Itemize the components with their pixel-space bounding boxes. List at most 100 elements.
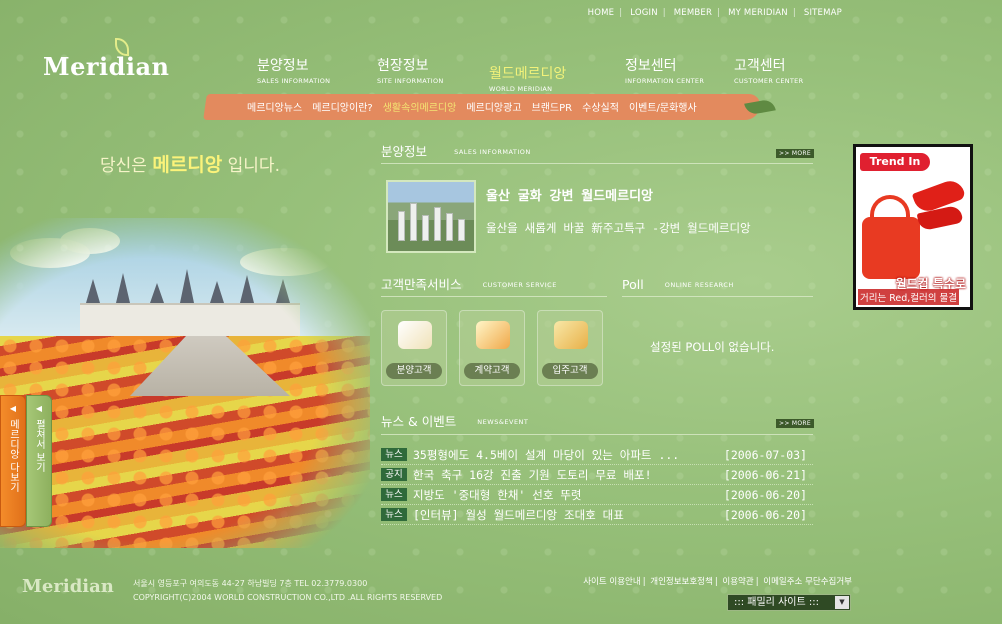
letter-icon: [554, 321, 588, 349]
sales-thumbnail[interactable]: [386, 180, 476, 253]
section-subtitle: NEWS&EVENT: [477, 417, 529, 426]
sub-menu-item[interactable]: 메르디앙광고: [466, 99, 531, 114]
section-title: 고객만족서비스: [381, 277, 462, 292]
sub-menu-item[interactable]: 브랜드PR: [532, 99, 583, 114]
nav-sublabel: SITE INFORMATION: [377, 77, 444, 85]
customer-service-heading: 고객만족서비스 CUSTOMER SERVICE: [381, 274, 557, 293]
nav-information-center[interactable]: 정보센터 INFORMATION CENTER: [625, 55, 704, 85]
nav-sublabel: CUSTOMER CENTER: [734, 77, 804, 85]
side-tab-label: 펼쳐서 보기: [33, 419, 45, 473]
section-subtitle: SALES INFORMATION: [454, 147, 531, 156]
footer-link-site-guide[interactable]: 사이트 이용안내: [583, 577, 640, 587]
news-date: [2006-06-20]: [723, 507, 807, 522]
news-badge: 공지: [381, 468, 407, 481]
divider: [381, 163, 813, 164]
logo-text: Meridian: [43, 52, 170, 81]
poll-empty-message: 설정된 POLL이 없습니다.: [650, 340, 775, 354]
page: HOME | LOGIN | MEMBER | MY MERIDIAN | SITEMA…: [0, 0, 1002, 624]
resident-customer-button[interactable]: 입주고객: [537, 310, 603, 386]
nav-world-meridian[interactable]: 월드메르디앙 WORLD MERIDIAN: [489, 63, 566, 93]
footer-link-email-policy[interactable]: 이메일주소 무단수집거부: [763, 577, 852, 587]
news-row[interactable]: 뉴스 35평형에도 4.5베이 설계 마당이 있는 아파트 ... [2006-…: [381, 445, 813, 465]
contract-customer-button[interactable]: 계약고객: [459, 310, 525, 386]
logo[interactable]: Meridian: [43, 38, 170, 81]
service-label: 계약고객: [464, 363, 520, 379]
sales-customer-button[interactable]: 분양고객: [381, 310, 447, 386]
news-date: [2006-06-21]: [723, 467, 807, 482]
news-title: 한국 축구 16강 진출 기원 도토리 무료 배포!: [413, 467, 652, 482]
nav-label: 고객센터: [734, 58, 786, 74]
nav-sublabel: INFORMATION CENTER: [625, 77, 705, 85]
divider: [381, 434, 813, 435]
utility-nav: HOME | LOGIN | MEMBER | MY MERIDIAN | SITEMA…: [587, 8, 842, 18]
news-row[interactable]: 뉴스 [인터뷰] 월성 월드메르디앙 조대호 대표 [2006-06-20]: [381, 505, 813, 525]
main-nav: 분양정보 SALES INFORMATION 현장정보 SITE INFORMA…: [255, 55, 835, 95]
util-member-link[interactable]: MEMBER: [674, 8, 712, 18]
service-label: 분양고객: [386, 363, 442, 379]
service-label: 입주고객: [542, 363, 598, 379]
side-tab-label: 메르디앙 다보기: [7, 419, 19, 493]
slogan: 당신은 메르디앙 입니다.: [100, 150, 280, 177]
nav-sales-info[interactable]: 분양정보 SALES INFORMATION: [257, 55, 330, 85]
divider: [381, 296, 607, 297]
news-heading: 뉴스 & 이벤트 NEWS&EVENT: [381, 411, 528, 430]
news-title: 지방도 '중대형 한채' 선호 뚜렷: [413, 487, 582, 502]
news-title: [인터뷰] 월성 월드메르디앙 조대호 대표: [413, 507, 624, 522]
handbag-icon: [862, 217, 920, 279]
news-row[interactable]: 공지 한국 축구 16강 진출 기원 도토리 무료 배포! [2006-06-2…: [381, 465, 813, 485]
news-row[interactable]: 뉴스 지방도 '중대형 한채' 선호 뚜렷 [2006-06-20]: [381, 485, 813, 505]
expand-view-tab[interactable]: ◀ 펼쳐서 보기: [26, 395, 52, 527]
sales-heading: 분양정보 SALES INFORMATION: [381, 141, 531, 160]
sub-menu-item[interactable]: 메르디앙뉴스: [247, 99, 312, 114]
news-badge: 뉴스: [381, 508, 407, 521]
section-title: Poll: [622, 277, 644, 292]
section-title: 뉴스 & 이벤트: [381, 414, 457, 429]
arrow-left-icon: ◀: [9, 404, 17, 413]
nav-sublabel: WORLD MERIDIAN: [489, 85, 553, 93]
util-login-link[interactable]: LOGIN: [630, 8, 658, 18]
cup-icon: [398, 321, 432, 349]
family-site-select[interactable]: ::: 패밀리 사이트 ::: ▼: [727, 594, 851, 611]
sales-more-button[interactable]: >> MORE: [776, 149, 814, 158]
castle-tulip-image: [0, 218, 370, 548]
trend-in-banner[interactable]: Trend In 월드컵 특수로 거리는 Red,컬러의 물결: [853, 144, 973, 310]
nav-label: 월드메르디앙: [489, 66, 567, 82]
slogan-post: 입니다.: [222, 156, 280, 176]
util-home-link[interactable]: HOME: [588, 8, 615, 18]
footer-link-privacy[interactable]: 개인정보보호정책: [650, 577, 713, 587]
footer-address: 서울시 영등포구 여의도동 44-27 하남빌딩 7층 TEL 02.3779.…: [133, 579, 368, 588]
sub-menu-item[interactable]: 이벤트/문화행사: [629, 99, 707, 114]
util-sitemap-link[interactable]: SITEMAP: [804, 8, 842, 18]
util-my-meridian-link[interactable]: MY MERIDIAN: [728, 8, 788, 18]
footer-logo: Meridian: [22, 576, 114, 597]
view-all-meridian-tab[interactable]: ◀ 메르디앙 다보기: [0, 395, 26, 527]
nav-sublabel: SALES INFORMATION: [257, 77, 331, 85]
nav-customer-center[interactable]: 고객센터 CUSTOMER CENTER: [734, 55, 803, 85]
footer-links: 사이트 이용안내 | 개인정보보호정책 | 이용약관 | 이메일주소 무단수집거부: [583, 577, 852, 587]
footer-copyright: COPYRIGHT(C)2004 WORLD CONSTRUCTION CO.,…: [133, 593, 443, 602]
section-subtitle: ONLINE RESEARCH: [664, 280, 734, 289]
footer-link-terms[interactable]: 이용약관: [722, 577, 753, 587]
slogan-brand: 메르디앙: [152, 154, 223, 176]
footer-address-block: 서울시 영등포구 여의도동 44-27 하남빌딩 7층 TEL 02.3779.…: [133, 577, 442, 605]
nav-label: 정보센터: [625, 58, 677, 74]
sub-menu-item[interactable]: 메르디앙이란?: [312, 99, 383, 114]
news-date: [2006-07-03]: [723, 447, 807, 462]
news-badge: 뉴스: [381, 488, 407, 501]
chevron-down-icon[interactable]: ▼: [835, 596, 849, 609]
sub-menu-item[interactable]: 생활속의메르디앙: [383, 99, 467, 114]
sales-description: 울산을 새롭게 바꿀 新주고특구 -강변 월드메르디앙: [486, 221, 751, 235]
news-list: 뉴스 35평형에도 4.5베이 설계 마당이 있는 아파트 ... [2006-…: [381, 445, 813, 525]
sub-menu: 메르디앙뉴스 메르디앙이란? 생활속의메르디앙 메르디앙광고 브랜드PR 수상실…: [247, 99, 707, 114]
section-title: 분양정보: [381, 144, 428, 159]
sales-title-link[interactable]: 울산 굴화 강변 월드메르디앙: [486, 185, 653, 204]
nav-label: 현장정보: [377, 58, 429, 74]
divider: [622, 296, 813, 297]
news-date: [2006-06-20]: [723, 487, 807, 502]
nav-site-info[interactable]: 현장정보 SITE INFORMATION: [377, 55, 444, 85]
arrow-left-icon: ◀: [35, 404, 43, 413]
sub-menu-item[interactable]: 수상실적: [582, 99, 629, 114]
document-pen-icon: [476, 321, 510, 349]
slogan-pre: 당신은: [100, 156, 153, 176]
news-more-button[interactable]: >> MORE: [776, 419, 814, 428]
